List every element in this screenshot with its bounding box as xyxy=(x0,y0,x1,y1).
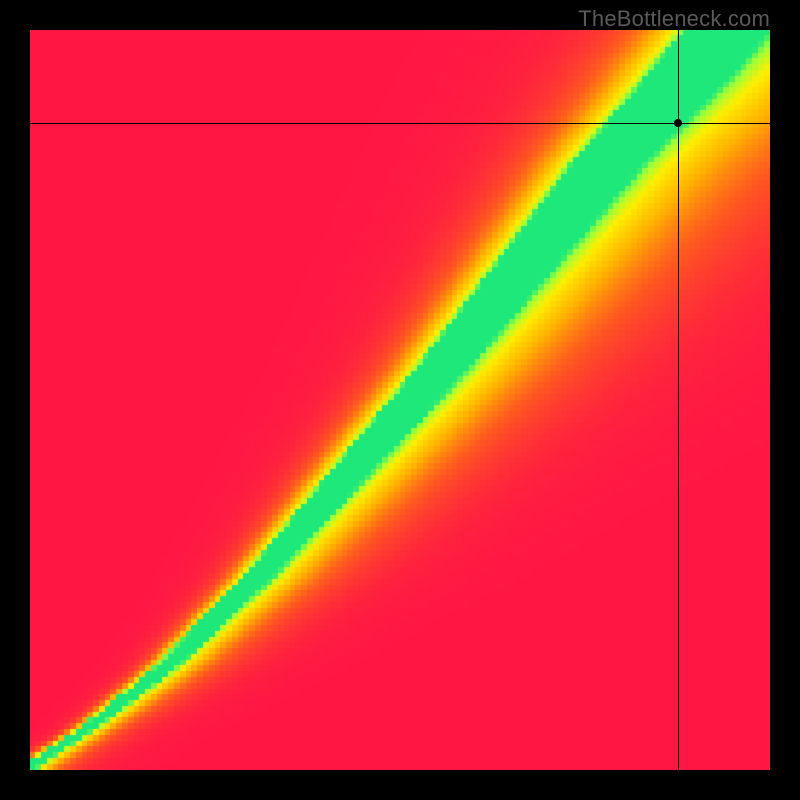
crosshair-marker xyxy=(674,119,682,127)
heatmap-plot xyxy=(30,30,770,770)
heatmap-canvas xyxy=(30,30,770,770)
crosshair-vertical xyxy=(678,30,679,770)
watermark-label: TheBottleneck.com xyxy=(578,6,770,32)
chart-stage: TheBottleneck.com xyxy=(0,0,800,800)
crosshair-horizontal xyxy=(30,123,770,124)
